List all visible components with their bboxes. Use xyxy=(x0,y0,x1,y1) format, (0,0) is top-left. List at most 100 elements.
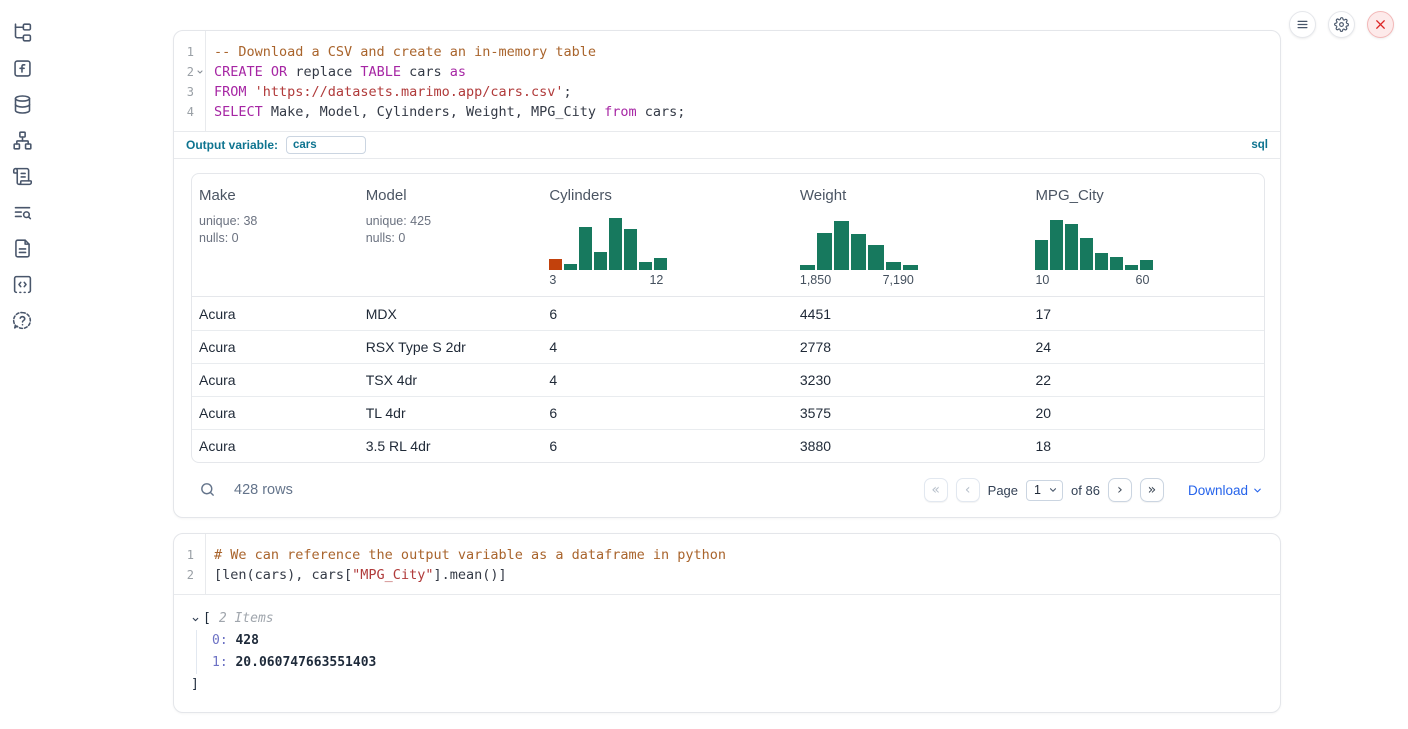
table-cell: 3880 xyxy=(793,438,1029,454)
code-text: CREATE OR replace TABLE cars as xyxy=(205,62,466,82)
collapse-chevron-icon[interactable] xyxy=(191,615,203,624)
histogram-bar[interactable] xyxy=(624,229,637,270)
output-variable-input[interactable] xyxy=(286,136,366,154)
download-button[interactable]: Download xyxy=(1188,483,1263,498)
table-row[interactable]: Acura3.5 RL 4dr6388018 xyxy=(192,429,1264,462)
code-text: SELECT Make, Model, Cylinders, Weight, M… xyxy=(205,102,685,122)
code-line[interactable]: 1-- Download a CSV and create an in-memo… xyxy=(174,42,1280,62)
scratchpad-icon[interactable] xyxy=(11,165,33,187)
code-line[interactable]: 1# We can reference the output variable … xyxy=(174,545,1280,565)
histogram-axis-labels: 312 xyxy=(549,273,667,287)
table-cell: MDX xyxy=(359,306,543,322)
table-row[interactable]: AcuraRSX Type S 2dr4277824 xyxy=(192,330,1264,363)
table-cell: 3.5 RL 4dr xyxy=(359,438,543,454)
histogram-bar[interactable] xyxy=(886,262,901,270)
table-row[interactable]: AcuraTSX 4dr4323022 xyxy=(192,363,1264,396)
total-pages-label: of 86 xyxy=(1071,483,1100,498)
column-name: Cylinders xyxy=(549,187,793,204)
table-cell: Acura xyxy=(192,405,359,421)
python-code-editor[interactable]: 1# We can reference the output variable … xyxy=(174,534,1280,594)
gear-icon xyxy=(1334,17,1349,32)
next-page-button[interactable]: › xyxy=(1108,478,1132,502)
entry-value: 20.060747663551403 xyxy=(228,655,377,670)
table-cell: 2778 xyxy=(793,339,1029,355)
help-icon[interactable] xyxy=(11,309,33,331)
fold-gutter xyxy=(194,82,205,102)
table-cell: 24 xyxy=(1028,339,1264,355)
code-line[interactable]: 3FROM 'https://datasets.marimo.app/cars.… xyxy=(174,82,1280,102)
histogram-bar[interactable] xyxy=(1035,240,1048,270)
histogram-bar[interactable] xyxy=(868,245,883,270)
snippets-icon[interactable] xyxy=(11,273,33,295)
histogram-bar[interactable] xyxy=(817,233,832,270)
prev-page-button[interactable]: ‹ xyxy=(956,478,980,502)
menu-icon xyxy=(1295,17,1310,32)
column-header-weight[interactable]: Weight1,8507,190 xyxy=(793,187,1029,287)
table-cell: Acura xyxy=(192,438,359,454)
entry-index: 1: xyxy=(212,655,228,670)
histogram-min-label: 3 xyxy=(549,273,556,287)
histogram-max-label: 60 xyxy=(1136,273,1150,287)
table-cell: Acura xyxy=(192,339,359,355)
row-count: 428 rows xyxy=(234,482,293,498)
open-bracket: [ xyxy=(203,608,211,630)
shutdown-button[interactable] xyxy=(1367,11,1394,38)
sql-code-editor[interactable]: 1-- Download a CSV and create an in-memo… xyxy=(174,31,1280,131)
datasources-icon[interactable] xyxy=(11,93,33,115)
first-page-button[interactable]: « xyxy=(924,478,948,502)
page-select[interactable]: 1 xyxy=(1026,480,1063,501)
chevron-down-icon xyxy=(1048,485,1058,495)
histogram-bar[interactable] xyxy=(1050,220,1063,270)
code-line[interactable]: 2[len(cars), cars["MPG_City"].mean()] xyxy=(174,565,1280,585)
fold-gutter xyxy=(194,565,205,585)
column-stats: unique: 38nulls: 0 xyxy=(199,213,359,247)
line-number: 4 xyxy=(174,102,194,122)
dependency-graph-icon[interactable] xyxy=(11,129,33,151)
histogram-bar[interactable] xyxy=(579,227,592,270)
histogram-bar[interactable] xyxy=(1065,224,1078,270)
table-row[interactable]: AcuraMDX6445117 xyxy=(192,297,1264,330)
last-page-button[interactable]: » xyxy=(1140,478,1164,502)
column-header-mpg_city[interactable]: MPG_City1060 xyxy=(1028,187,1264,287)
histogram-bar[interactable] xyxy=(549,259,562,270)
column-header-model[interactable]: Modelunique: 425nulls: 0 xyxy=(359,187,543,287)
histogram-bar[interactable] xyxy=(564,264,577,270)
column-name: Make xyxy=(199,187,359,204)
fold-chevron-icon[interactable] xyxy=(194,62,205,82)
histogram-bar[interactable] xyxy=(654,258,667,270)
documentation-icon[interactable] xyxy=(11,237,33,259)
column-header-cylinders[interactable]: Cylinders 312 xyxy=(542,187,793,287)
code-text: FROM 'https://datasets.marimo.app/cars.c… xyxy=(205,82,572,102)
sql-output-area: Make unique: 38nulls: 0Modelunique: 425nu… xyxy=(174,159,1280,517)
search-icon[interactable] xyxy=(199,481,217,499)
settings-button[interactable] xyxy=(1328,11,1355,38)
histogram-bar[interactable] xyxy=(1140,260,1153,270)
histogram-bar[interactable] xyxy=(834,221,849,270)
histogram-bar[interactable] xyxy=(800,265,815,270)
histogram-bar[interactable] xyxy=(594,252,607,270)
histogram-bar[interactable] xyxy=(1110,257,1123,270)
histogram-bar[interactable] xyxy=(639,262,652,270)
histogram-bar[interactable] xyxy=(903,265,918,270)
table-cell: 3230 xyxy=(793,372,1029,388)
histogram-bar[interactable] xyxy=(609,218,622,270)
table-row[interactable]: AcuraTL 4dr6357520 xyxy=(192,396,1264,429)
line-number: 1 xyxy=(174,42,194,62)
histogram-bar[interactable] xyxy=(1125,265,1138,270)
histogram-bar[interactable] xyxy=(1095,253,1108,270)
helper-functions-icon[interactable] xyxy=(11,57,33,79)
histogram-bar[interactable] xyxy=(1080,238,1093,270)
histogram-bar[interactable] xyxy=(851,234,866,270)
table-footer: 428 rows « ‹ Page 1 of 86 › » Do xyxy=(191,475,1263,505)
menu-button[interactable] xyxy=(1289,11,1316,38)
language-badge: sql xyxy=(1251,139,1268,151)
column-header-make[interactable]: Make unique: 38nulls: 0 xyxy=(192,187,359,287)
tree-entries: 0: 4281: 20.060747663551403 xyxy=(196,630,1263,674)
file-tree-icon[interactable] xyxy=(11,21,33,43)
logs-icon[interactable] xyxy=(11,201,33,223)
column-histogram: 1060 xyxy=(1035,218,1153,287)
table-cell: Acura xyxy=(192,306,359,322)
code-line[interactable]: 4 SELECT Make, Model, Cylinders, Weight, … xyxy=(174,102,1280,122)
python-output: [ 2 Items 0: 4281: 20.060747663551403 ] xyxy=(174,594,1280,712)
code-line[interactable]: 2CREATE OR replace TABLE cars as xyxy=(174,62,1280,82)
